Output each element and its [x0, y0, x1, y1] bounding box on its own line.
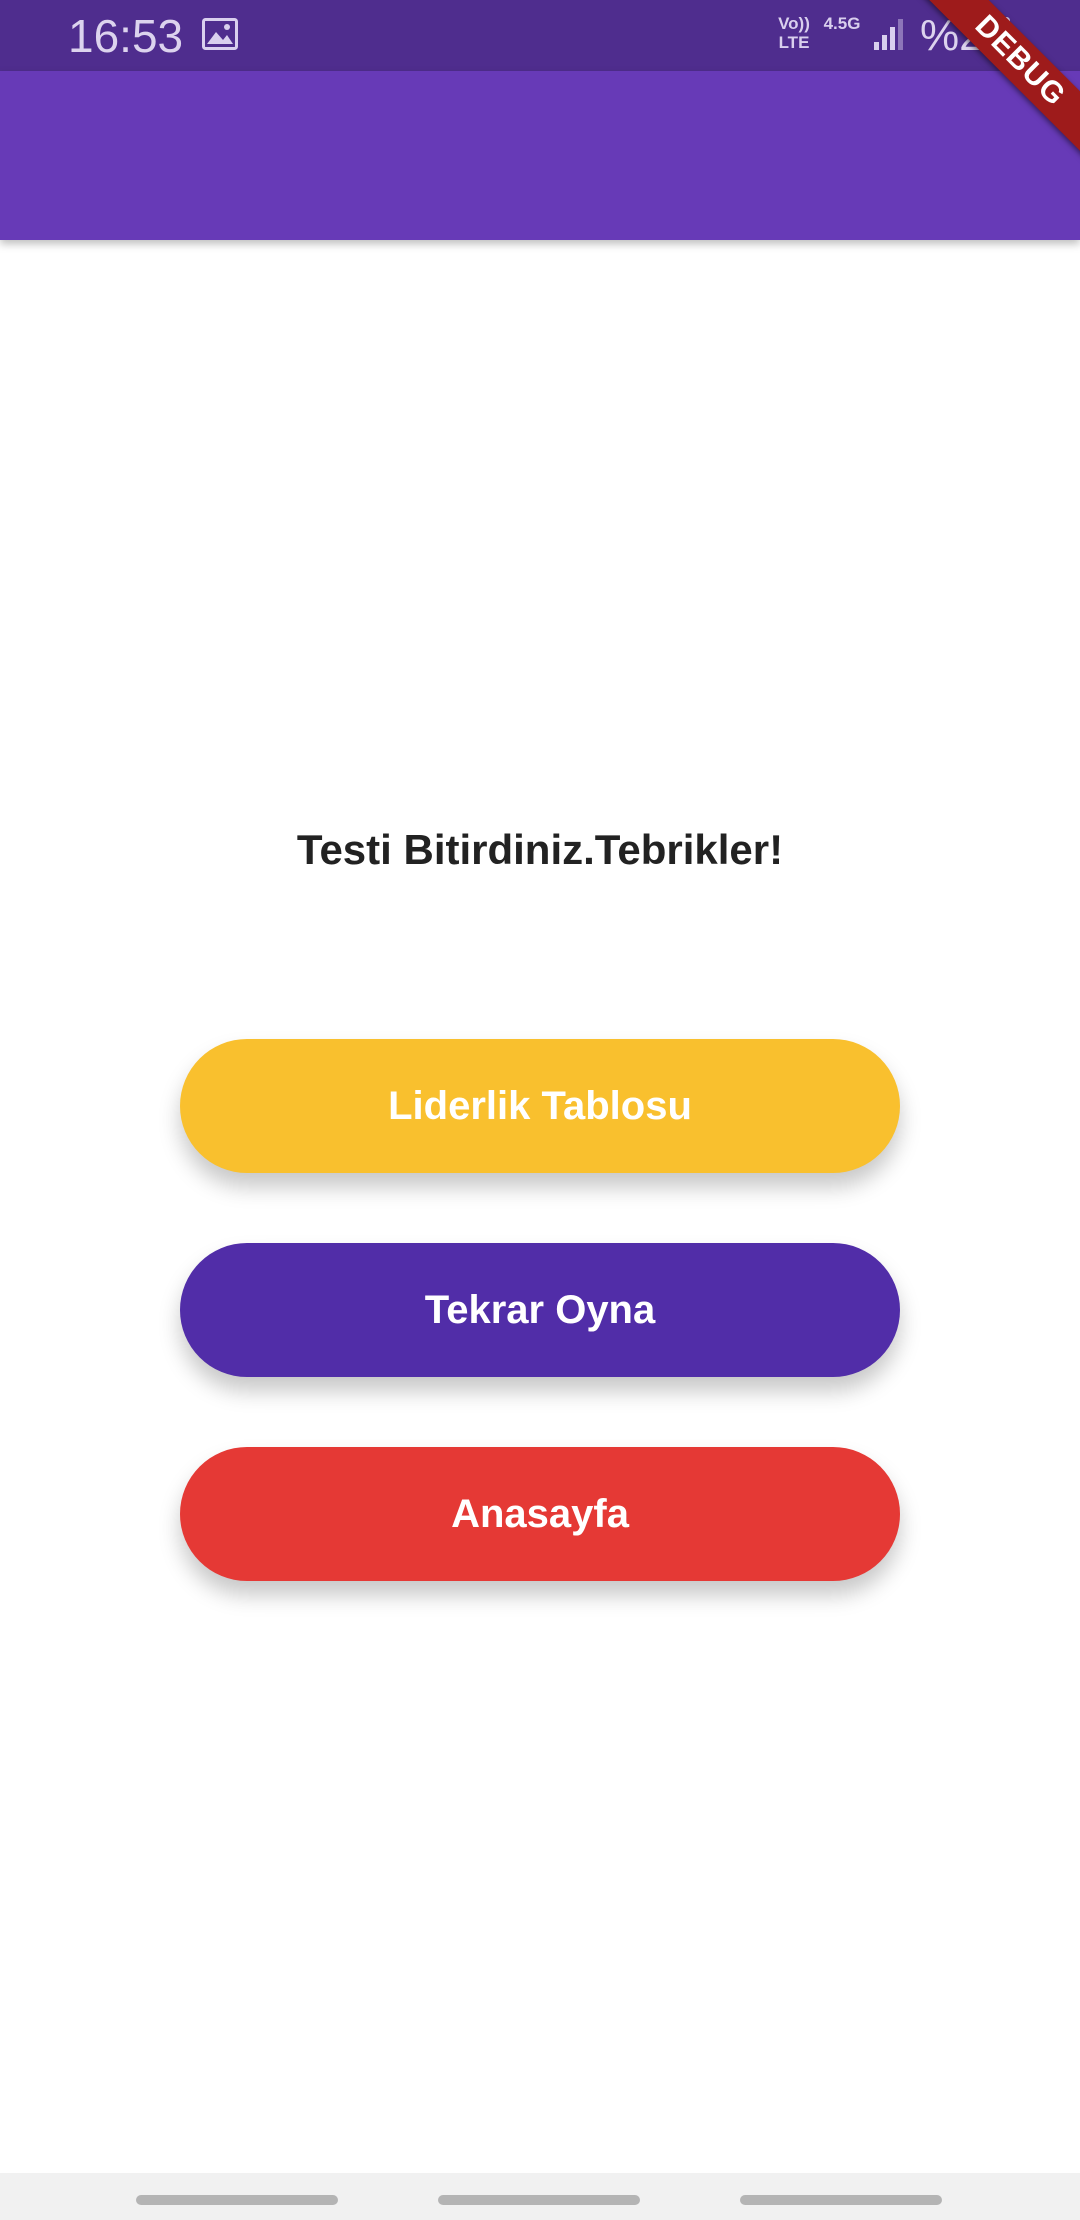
leaderboard-button[interactable]: Liderlik Tablosu — [180, 1039, 900, 1173]
replay-button[interactable]: Tekrar Oyna — [180, 1243, 900, 1377]
status-time: 16:53 — [68, 10, 184, 62]
nav-back-gesture[interactable] — [740, 2195, 942, 2205]
home-button[interactable]: Anasayfa — [180, 1447, 900, 1581]
result-title: Testi Bitirdiniz.Tebrikler! — [296, 826, 784, 873]
volte-indicator: Vo)) LTE — [778, 14, 810, 52]
nav-home-gesture[interactable] — [438, 2195, 640, 2205]
status-bar: 16:53 Vo)) LTE 4.5G %2 — [0, 0, 1080, 71]
results-screen: 16:53 Vo)) LTE 4.5G %2 DEBUG Testi Bitird… — [0, 0, 1080, 2220]
nav-recents-gesture[interactable] — [136, 2195, 338, 2205]
network-type: 4.5G — [823, 14, 861, 33]
app-bar — [0, 71, 1080, 240]
image-icon — [202, 18, 238, 50]
system-navigation-bar — [0, 2173, 1080, 2220]
signal-icon — [874, 19, 903, 50]
